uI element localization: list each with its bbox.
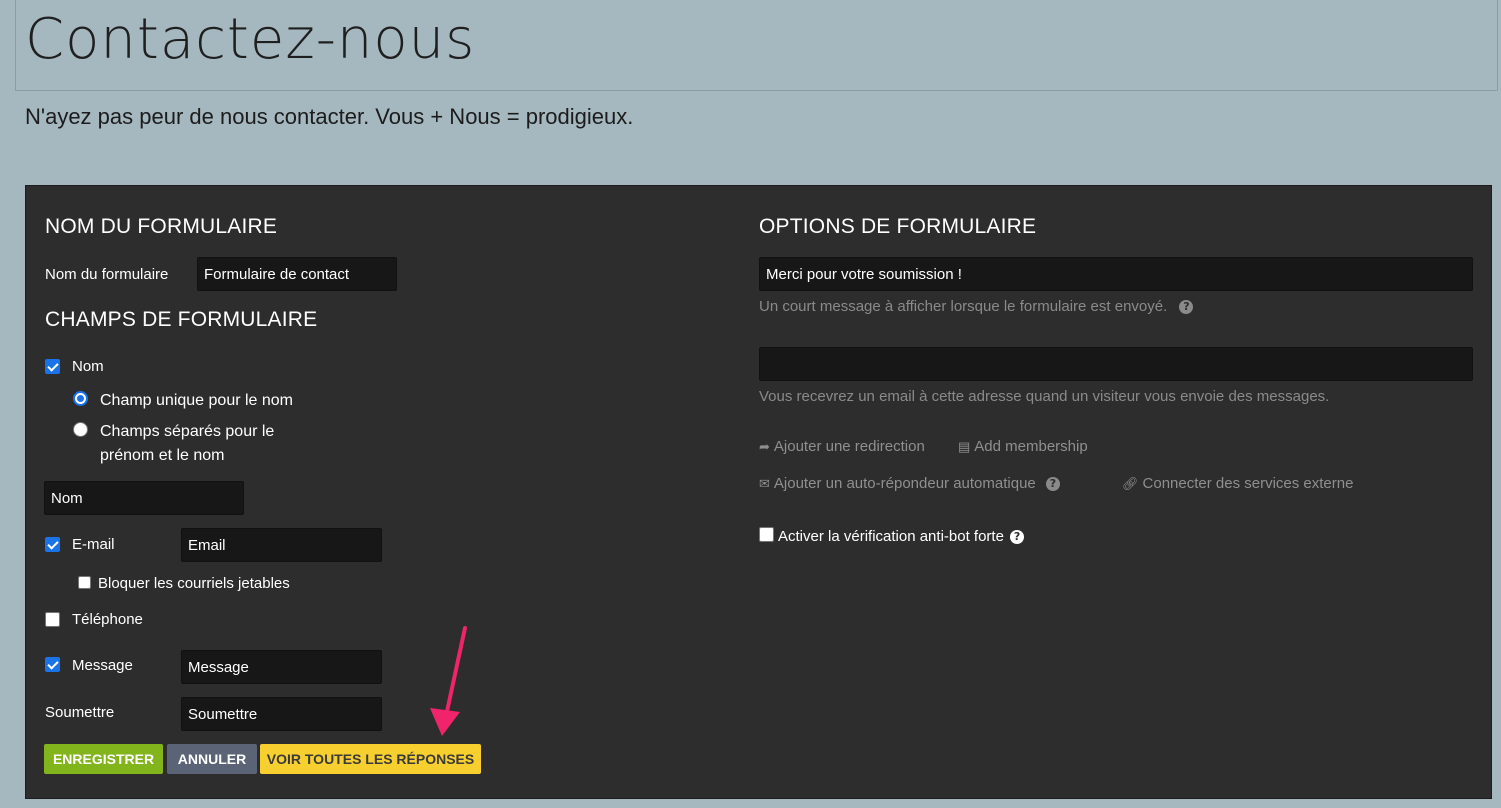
name-single-radio[interactable] <box>73 391 88 406</box>
form-fields-heading: CHAMPS DE FORMULAIRE <box>45 308 318 331</box>
add-autoresponder-label: Ajouter un auto-répondeur automatique <box>773 475 1036 492</box>
submit-label: Soumettre <box>45 704 115 721</box>
connect-services-link[interactable]: 🔗︎ Connecter des services externe <box>1122 475 1353 492</box>
envelope-icon: ✉ <box>759 476 770 491</box>
page-title: Contactez-nous <box>25 7 476 72</box>
form-name-heading: NOM DU FORMULAIRE <box>45 215 278 238</box>
antibot-checkbox[interactable] <box>759 527 774 542</box>
submit-text-input[interactable] <box>181 697 382 731</box>
pointer-arrow-icon <box>430 626 467 736</box>
add-redirect-label: Ajouter une redirection <box>773 438 925 455</box>
phone-field-label: Téléphone <box>72 611 143 628</box>
phone-field-checkbox[interactable] <box>45 612 60 627</box>
name-split-label[interactable]: Champs séparés pour le prénom et le nom <box>100 420 330 468</box>
message-field-input[interactable] <box>181 650 382 684</box>
question-circle-icon[interactable]: ? <box>1010 530 1025 544</box>
cancel-button[interactable]: ANNULER <box>167 744 257 774</box>
name-split-radio[interactable] <box>73 422 88 437</box>
block-disposable-checkbox[interactable] <box>78 576 91 589</box>
form-editor-panel: NOM DU FORMULAIRE Nom du formulaire CHAM… <box>25 185 1492 799</box>
share-arrow-icon: ➦ <box>759 439 770 454</box>
question-circle-icon[interactable]: ? <box>1179 300 1194 314</box>
add-membership-label: Add membership <box>974 438 1088 455</box>
add-redirect-link[interactable]: ➦ Ajouter une redirection <box>759 438 925 455</box>
notification-email-help: Vous recevrez un email à cette adresse q… <box>759 388 1330 405</box>
form-name-label: Nom du formulaire <box>45 266 169 283</box>
view-responses-button[interactable]: VOIR TOUTES LES RÉPONSES <box>260 744 481 774</box>
antibot-label[interactable]: Activer la vérification anti-bot forte ? <box>778 528 1025 545</box>
success-message-help: Un court message à afficher lorsque le f… <box>759 298 1194 315</box>
add-autoresponder-link[interactable]: ✉ Ajouter un auto-répondeur automatique ? <box>759 475 1060 492</box>
name-field-checkbox[interactable] <box>45 359 60 374</box>
question-circle-icon[interactable]: ? <box>1045 477 1060 491</box>
form-options-heading: OPTIONS DE FORMULAIRE <box>759 215 1037 238</box>
save-button[interactable]: ENREGISTRER <box>44 744 163 774</box>
email-field-checkbox[interactable] <box>45 537 60 552</box>
antibot-label-text: Activer la vérification anti-bot forte <box>778 528 1004 545</box>
notification-email-input[interactable] <box>759 347 1473 381</box>
message-field-label: Message <box>72 657 133 674</box>
form-name-input[interactable] <box>197 257 397 291</box>
page-header: Contactez-nous <box>15 0 1498 91</box>
name-field-label: Nom <box>72 358 104 375</box>
success-message-help-text: Un court message à afficher lorsque le f… <box>759 298 1168 315</box>
name-single-label[interactable]: Champ unique pour le nom <box>100 389 293 413</box>
block-disposable-label[interactable]: Bloquer les courriels jetables <box>98 575 290 592</box>
page-tagline: N'ayez pas peur de nous contacter. Vous … <box>25 104 634 129</box>
name-field-input[interactable] <box>44 481 244 515</box>
connect-services-label: Connecter des services externe <box>1142 475 1354 492</box>
link-icon: 🔗︎ <box>1122 476 1139 491</box>
id-card-icon: ▤ <box>958 439 971 454</box>
email-field-label: E-mail <box>72 536 115 553</box>
message-field-checkbox[interactable] <box>45 657 60 672</box>
add-membership-link[interactable]: ▤ Add membership <box>958 438 1088 455</box>
email-field-input[interactable] <box>181 528 382 562</box>
success-message-input[interactable] <box>759 257 1473 291</box>
